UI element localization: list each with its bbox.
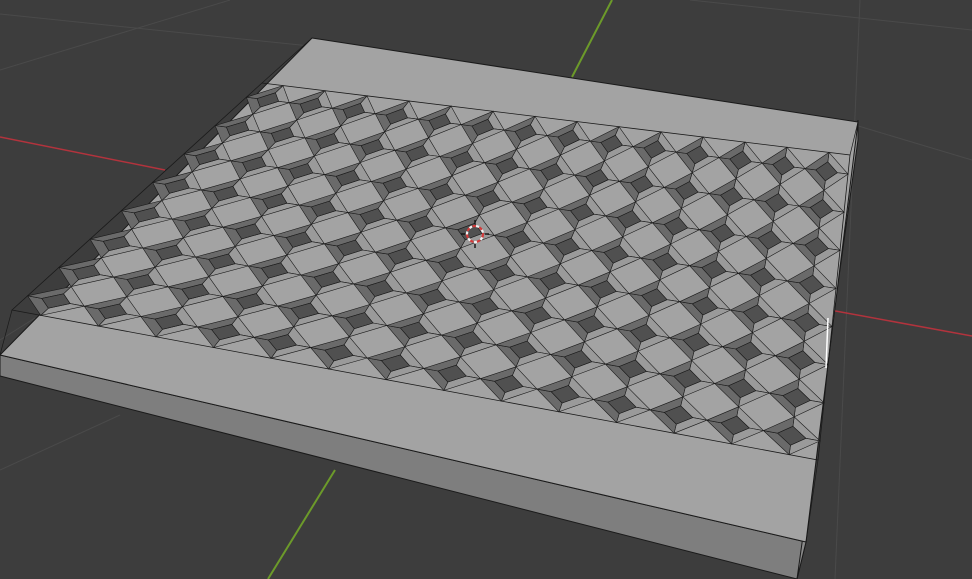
grid-line: [689, 0, 972, 31]
grid-line: [0, 0, 231, 71]
y-axis-line: [571, 0, 613, 78]
x-axis-line: [829, 309, 972, 337]
viewport-canvas[interactable]: [0, 0, 972, 579]
grid-line: [0, 414, 121, 471]
x-axis-line: [0, 136, 166, 171]
grid-line: [854, 124, 972, 161]
waffle-plate-mesh[interactable]: [0, 37, 859, 579]
y-axis-line: [267, 469, 336, 579]
grid-line: [834, 0, 861, 579]
grid-line: [0, 13, 311, 47]
3d-viewport[interactable]: [0, 0, 972, 579]
